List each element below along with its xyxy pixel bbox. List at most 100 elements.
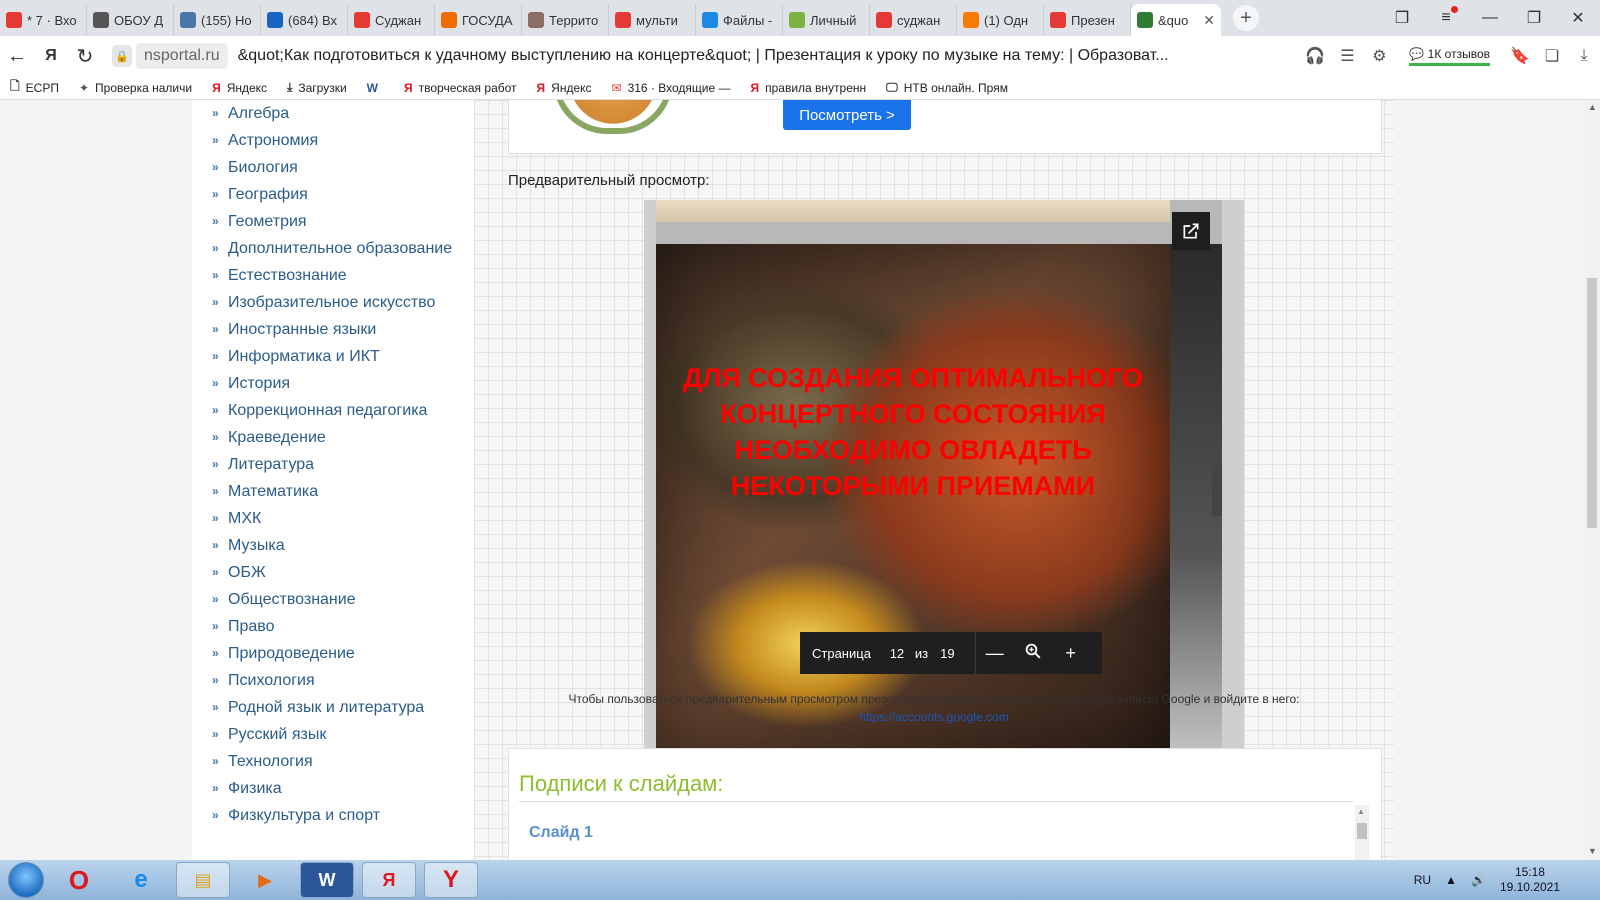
zoom-in-icon[interactable]: + <box>1052 643 1090 664</box>
omnibox[interactable]: 🔒 nsportal.ru &quot;Как подготовиться к … <box>112 41 1192 71</box>
sidebar-subject-link[interactable]: » Изобразительное искусство <box>192 289 474 316</box>
bookmark-item[interactable]: ✦ Проверка наличи <box>69 81 202 95</box>
browser-tab[interactable]: &quo ✕ <box>1131 4 1221 36</box>
open-in-new-icon[interactable] <box>1172 212 1210 250</box>
file-explorer-icon[interactable]: ▤ <box>176 862 230 898</box>
page-number-input[interactable]: 12 <box>885 646 909 661</box>
lock-icon[interactable]: 🔒 <box>112 45 132 67</box>
yandex-icon[interactable]: Я <box>34 47 68 65</box>
captions-scrollbar[interactable]: ▲ <box>1355 805 1369 860</box>
subject-label: Биология <box>228 159 298 176</box>
scroll-down-icon[interactable]: ▼ <box>1588 846 1597 856</box>
menu-icon[interactable]: ≡ <box>1424 6 1468 27</box>
sidebar-subject-link[interactable]: » Краеведение <box>192 424 474 451</box>
sidebar-subject-link[interactable]: » Алгебра <box>192 100 474 127</box>
sidebar-subject-link[interactable]: » Технология <box>192 748 474 775</box>
sidebar-subject-link[interactable]: » Литература <box>192 451 474 478</box>
zoom-icon[interactable] <box>1014 642 1052 665</box>
sidebar-subject-link[interactable]: » Астрономия <box>192 127 474 154</box>
sidebar-subject-link[interactable]: » Геометрия <box>192 208 474 235</box>
minimize-icon[interactable]: — <box>1468 9 1512 27</box>
scroll-up-icon[interactable]: ▲ <box>1588 102 1597 112</box>
yandex-browser-icon[interactable]: Y <box>424 862 478 898</box>
bookmark-item[interactable]: Ятворческая работ <box>394 81 527 95</box>
view-button[interactable]: Посмотреть > <box>783 100 911 130</box>
restore-icon[interactable]: ❐ <box>1512 8 1556 28</box>
browser-tab[interactable]: Террито <box>522 4 609 36</box>
bookmark-item[interactable]: 🖵 НТВ онлайн. Прям <box>876 80 1018 95</box>
language-indicator[interactable]: RU <box>1414 873 1431 887</box>
close-tab-icon[interactable]: ✕ <box>1203 12 1215 29</box>
browser-tab[interactable]: Презен <box>1044 4 1131 36</box>
sidebar-subject-link[interactable]: » Русский язык <box>192 721 474 748</box>
reviews-badge[interactable]: 💬 1К отзывов <box>1409 47 1490 66</box>
sidebar-subject-link[interactable]: » МХК <box>192 505 474 532</box>
tabs-list-icon[interactable]: ❐ <box>1380 8 1424 28</box>
sidebar-subject-link[interactable]: » Коррекционная педагогика <box>192 397 474 424</box>
browser-tab[interactable]: Личный <box>783 4 870 36</box>
scroll-up-icon[interactable]: ▲ <box>1357 807 1365 816</box>
page-scroll-thumb[interactable] <box>1587 278 1597 528</box>
browser-tab[interactable]: (1) Одн <box>957 4 1044 36</box>
sidebar-subject-link[interactable]: » История <box>192 370 474 397</box>
captions-scroll-thumb[interactable] <box>1357 823 1367 839</box>
zoom-out-icon[interactable]: — <box>976 643 1014 664</box>
bookmark-item[interactable]: Я Яндекс <box>202 81 277 95</box>
bookmark-item[interactable]: Я Яндекс <box>527 81 602 95</box>
bookmark-item[interactable]: 🗋 ЕСРП <box>0 77 69 98</box>
downloads-icon[interactable]: ⤓ <box>1568 47 1600 65</box>
browser-tab[interactable]: мульти <box>609 4 696 36</box>
sidebar-subject-link[interactable]: » Иностранные языки <box>192 316 474 343</box>
sidebar-subject-link[interactable]: » ОБЖ <box>192 559 474 586</box>
bookmark-item[interactable]: W <box>357 81 394 95</box>
sidebar-subject-link[interactable]: » Природоведение <box>192 640 474 667</box>
bookmark-item[interactable]: ⤓ Загрузки <box>277 80 357 95</box>
sidebar-subject-link[interactable]: » География <box>192 181 474 208</box>
sidebar-subject-link[interactable]: » Музыка <box>192 532 474 559</box>
sidebar-subject-link[interactable]: » Обществознание <box>192 586 474 613</box>
sidebar-subject-link[interactable]: » Естествознание <box>192 262 474 289</box>
windows-taskbar: O e ▤ ▶ W Я Y RU ▲ 🔊 15:18 19.10.2021 <box>0 860 1600 900</box>
close-window-icon[interactable]: ✕ <box>1556 8 1600 28</box>
bookmark-item[interactable]: ✉ 316 · Входящие — <box>602 81 741 95</box>
sidebar-subject-link[interactable]: » Информатика и ИКТ <box>192 343 474 370</box>
collections-icon[interactable]: ❏ <box>1536 46 1568 66</box>
tray-expand-icon[interactable]: ▲ <box>1445 873 1457 887</box>
extensions-icon[interactable]: ⚙ <box>1363 46 1395 66</box>
opera-icon[interactable]: O <box>52 862 106 898</box>
browser-tab[interactable]: * 7 · Вхо <box>0 4 87 36</box>
sidebar-subject-link[interactable]: » Право <box>192 613 474 640</box>
clock-date: 19.10.2021 <box>1499 880 1560 894</box>
sidebar-subject-link[interactable]: » Математика <box>192 478 474 505</box>
yandex-icon[interactable]: Я <box>362 862 416 898</box>
bookmark-icon[interactable]: 🔖 <box>1504 46 1536 66</box>
new-tab-button[interactable]: + <box>1233 5 1259 31</box>
browser-tab[interactable]: (684) Вх <box>261 4 348 36</box>
google-accounts-link[interactable]: https://accounts.google.com <box>859 710 1008 724</box>
bookmark-item[interactable]: Яправила внутренн <box>741 81 877 95</box>
viewer-scrollbar[interactable] <box>1212 462 1222 516</box>
browser-tab[interactable]: Файлы - <box>696 4 783 36</box>
browser-tab[interactable]: Суджан <box>348 4 435 36</box>
back-icon[interactable]: ← <box>0 45 34 68</box>
sidebar-subject-link[interactable]: » Дополнительное образование <box>192 235 474 262</box>
media-player-icon[interactable]: ▶ <box>238 862 292 898</box>
sidebar-subject-link[interactable]: » Физика <box>192 775 474 802</box>
sidebar-subject-link[interactable]: » Психология <box>192 667 474 694</box>
volume-icon[interactable]: 🔊 <box>1471 873 1486 887</box>
clock[interactable]: 15:18 19.10.2021 <box>1500 865 1560 895</box>
browser-tab[interactable]: ГОСУДА <box>435 4 522 36</box>
word-icon[interactable]: W <box>300 862 354 898</box>
sidebar-subject-link[interactable]: » Родной язык и литература <box>192 694 474 721</box>
browser-tab[interactable]: (155) Но <box>174 4 261 36</box>
sidebar-subject-link[interactable]: » Физкультура и спорт <box>192 802 474 829</box>
sidebar-subject-link[interactable]: » Биология <box>192 154 474 181</box>
browser-tab[interactable]: суджан <box>870 4 957 36</box>
reader-mode-icon[interactable]: ☰ <box>1331 46 1363 66</box>
browser-tab[interactable]: ОБОУ Д <box>87 4 174 36</box>
headphones-icon[interactable]: 🎧 <box>1299 46 1331 66</box>
reload-icon[interactable]: ↻ <box>68 44 102 69</box>
start-button[interactable] <box>8 862 44 898</box>
internet-explorer-icon[interactable]: e <box>114 862 168 898</box>
page-scrollbar[interactable]: ▲ ▼ <box>1584 100 1600 860</box>
